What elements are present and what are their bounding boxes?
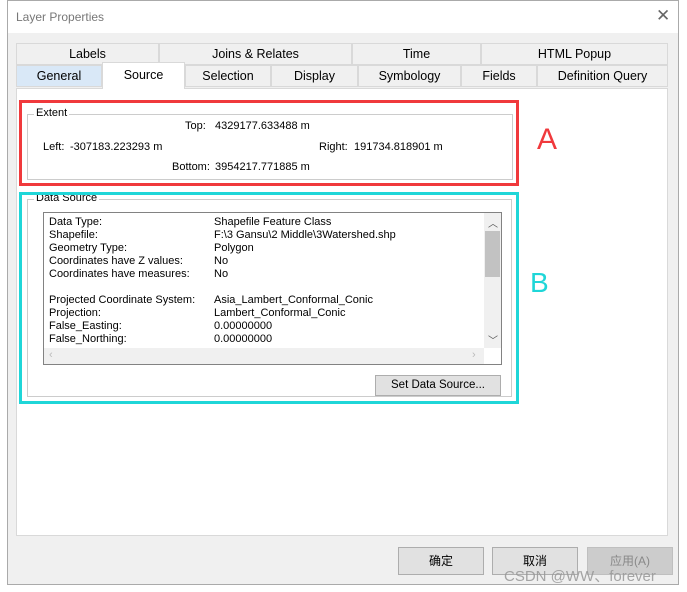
close-icon[interactable]: ✕ (656, 6, 670, 26)
tab-fields[interactable]: Fields (461, 65, 537, 87)
tab-source[interactable]: Source (102, 62, 185, 89)
tab-general[interactable]: General (16, 65, 102, 87)
tab-symbology[interactable]: Symbology (358, 65, 461, 87)
tab-time[interactable]: Time (352, 43, 481, 65)
tab-joins-relates[interactable]: Joins & Relates (159, 43, 352, 65)
annotation-label-a: A (537, 123, 558, 156)
annotation-label-b: B (530, 267, 549, 298)
annotation-box-a (19, 100, 519, 186)
annotation-box-b (19, 192, 519, 404)
ok-button[interactable]: 确定 (398, 547, 484, 575)
tab-definition-query[interactable]: Definition Query (537, 65, 668, 87)
window-title: Layer Properties (16, 10, 105, 24)
title-bar: Layer Properties ✕ (8, 1, 678, 33)
tab-selection[interactable]: Selection (185, 65, 271, 87)
layer-properties-dialog: Layer Properties ✕ Labels Joins & Relate… (7, 0, 679, 585)
tab-html-popup[interactable]: HTML Popup (481, 43, 668, 65)
watermark: CSDN @WW、forever (504, 568, 656, 585)
tab-display[interactable]: Display (271, 65, 358, 87)
source-tab-panel: Extent Top: 4329177.633488 m Left: -3071… (16, 88, 668, 536)
